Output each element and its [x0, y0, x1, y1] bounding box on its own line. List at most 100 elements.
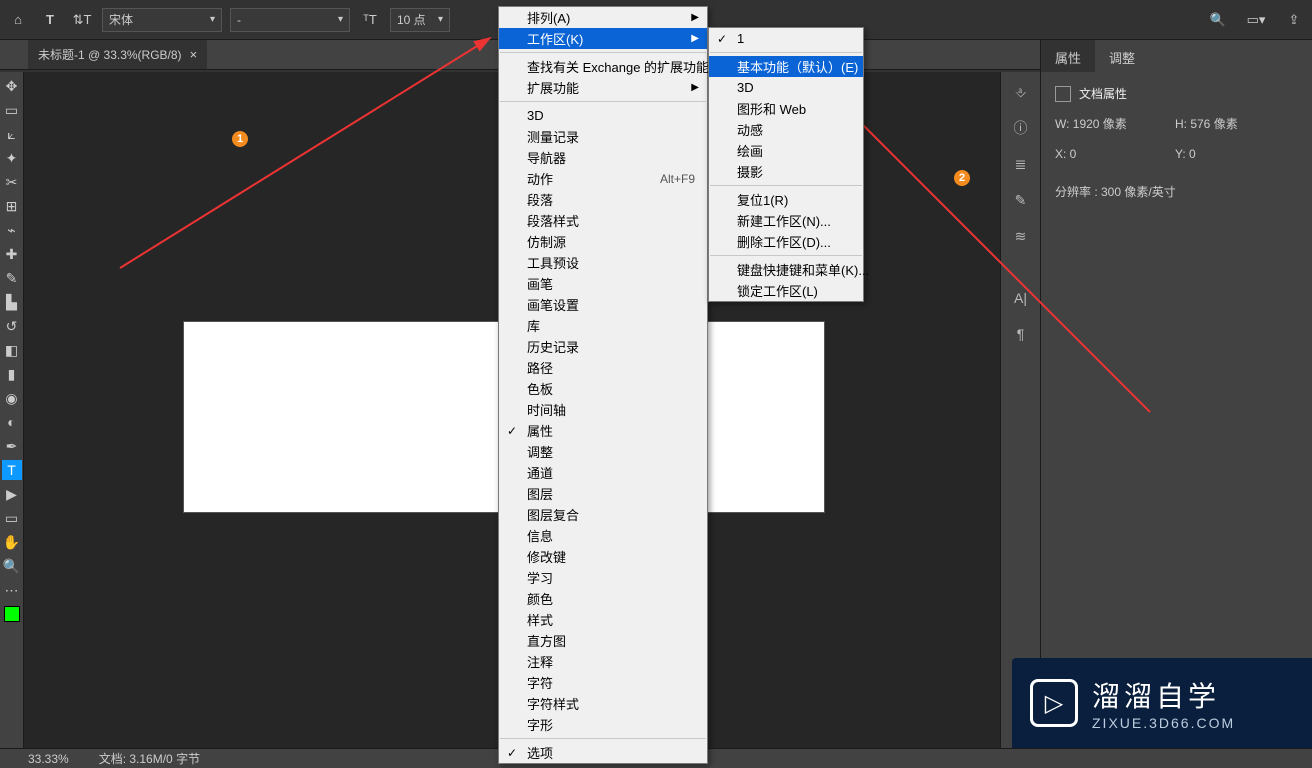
- workspace-essentials-default[interactable]: 基本功能（默认）(E): [709, 56, 863, 77]
- menu-character[interactable]: 字符: [499, 672, 707, 693]
- search-icon[interactable]: 🔍: [1206, 8, 1230, 32]
- workspace-lock[interactable]: 锁定工作区(L): [709, 280, 863, 301]
- menu-window: 排列(A)▶ 工作区(K)▶ 查找有关 Exchange 的扩展功能... 扩展…: [498, 6, 708, 764]
- font-size-combo[interactable]: 10 点: [390, 8, 450, 32]
- menu-swatches[interactable]: 色板: [499, 378, 707, 399]
- watermark-play-icon: ▷: [1030, 679, 1078, 727]
- lasso-tool[interactable]: ⟀: [2, 124, 22, 144]
- workspace-keyboard-menus[interactable]: 键盘快捷键和菜单(K)...: [709, 259, 863, 280]
- dodge-tool[interactable]: ◐: [2, 412, 22, 432]
- share-icon[interactable]: ⇪: [1282, 8, 1306, 32]
- menu-brush[interactable]: 画笔: [499, 273, 707, 294]
- menu-timeline[interactable]: 时间轴: [499, 399, 707, 420]
- annotation-badge-2: 2: [954, 170, 970, 186]
- crop-tool[interactable]: ✂: [2, 172, 22, 192]
- menu-find-extensions[interactable]: 查找有关 Exchange 的扩展功能...: [499, 56, 707, 77]
- tab-properties[interactable]: 属性: [1041, 40, 1095, 72]
- menu-character-styles[interactable]: 字符样式: [499, 693, 707, 714]
- menu-adjustments[interactable]: 调整: [499, 441, 707, 462]
- font-style-combo[interactable]: -: [230, 8, 350, 32]
- watermark-title: 溜溜自学: [1092, 675, 1235, 715]
- pen-tool[interactable]: ✒: [2, 436, 22, 456]
- hand-tool[interactable]: ✋: [2, 532, 22, 552]
- workspace-1[interactable]: ✓1: [709, 28, 863, 49]
- type-tool[interactable]: T: [2, 460, 22, 480]
- edit-toolbar[interactable]: ⋯: [2, 580, 22, 600]
- workspace-photography[interactable]: 摄影: [709, 161, 863, 182]
- workspace-delete[interactable]: 删除工作区(D)...: [709, 231, 863, 252]
- tab-adjustments[interactable]: 调整: [1095, 40, 1149, 72]
- prop-height: H: 576 像素: [1175, 112, 1265, 136]
- orientation-icon[interactable]: ⇅T: [70, 8, 94, 32]
- frame-tool[interactable]: ⊞: [2, 196, 22, 216]
- stamp-tool[interactable]: ▙: [2, 292, 22, 312]
- brush-tool[interactable]: ✎: [2, 268, 22, 288]
- menu-options[interactable]: ✓选项: [499, 742, 707, 763]
- menu-modifier-keys[interactable]: 修改键: [499, 546, 707, 567]
- heal-tool[interactable]: ✚: [2, 244, 22, 264]
- workspace-icon[interactable]: ▭▾: [1244, 8, 1268, 32]
- workspace-graphics-web[interactable]: 图形和 Web: [709, 98, 863, 119]
- font-family-combo[interactable]: 宋体: [102, 8, 222, 32]
- watermark: ▷ 溜溜自学 ZIXUE.3D66.COM: [1012, 658, 1312, 748]
- annotation-badge-1: 1: [232, 131, 248, 147]
- menu-channels[interactable]: 通道: [499, 462, 707, 483]
- path-select-tool[interactable]: ▶: [2, 484, 22, 504]
- menu-actions[interactable]: 动作Alt+F9: [499, 168, 707, 189]
- marquee-tool[interactable]: ▭: [2, 100, 22, 120]
- menu-histogram[interactable]: 直方图: [499, 630, 707, 651]
- menu-brush-settings[interactable]: 画笔设置: [499, 294, 707, 315]
- menu-paragraph-styles[interactable]: 段落样式: [499, 210, 707, 231]
- panel-tabs: 属性 调整: [1041, 40, 1312, 72]
- menu-arrange[interactable]: 排列(A)▶: [499, 7, 707, 28]
- font-size-value: 10 点: [397, 11, 426, 28]
- left-toolbar: ✥ ▭ ⟀ ✦ ✂ ⊞ ⌁ ✚ ✎ ▙ ↺ ◧ ▮ ◉ ◐ ✒ T ▶ ▭ ✋ …: [0, 72, 24, 748]
- font-size-icon: ᵀT: [358, 8, 382, 32]
- menu-learn[interactable]: 学习: [499, 567, 707, 588]
- prop-y: Y: 0: [1175, 142, 1265, 166]
- history-brush-tool[interactable]: ↺: [2, 316, 22, 336]
- menu-history[interactable]: 历史记录: [499, 336, 707, 357]
- menu-library[interactable]: 库: [499, 315, 707, 336]
- menu-3d[interactable]: 3D: [499, 105, 707, 126]
- workspace-3d[interactable]: 3D: [709, 77, 863, 98]
- annotation-arrow-1: [120, 38, 500, 268]
- workspace-motion[interactable]: 动感: [709, 119, 863, 140]
- workspace-new[interactable]: 新建工作区(N)...: [709, 210, 863, 231]
- menu-paths[interactable]: 路径: [499, 357, 707, 378]
- menu-extensions[interactable]: 扩展功能▶: [499, 77, 707, 98]
- wand-tool[interactable]: ✦: [2, 148, 22, 168]
- menu-styles[interactable]: 样式: [499, 609, 707, 630]
- menu-layers[interactable]: 图层: [499, 483, 707, 504]
- menu-workspace[interactable]: 工作区(K)▶: [499, 28, 707, 49]
- font-family-value: 宋体: [109, 11, 133, 28]
- watermark-url: ZIXUE.3D66.COM: [1092, 715, 1235, 731]
- gradient-tool[interactable]: ▮: [2, 364, 22, 384]
- status-zoom[interactable]: 33.33%: [28, 752, 69, 766]
- workspace-painting[interactable]: 绘画: [709, 140, 863, 161]
- menu-workspace-submenu: ✓1 基本功能（默认）(E) 3D 图形和 Web 动感 绘画 摄影 复位1(R…: [708, 27, 864, 302]
- menu-glyphs[interactable]: 字形: [499, 714, 707, 735]
- blur-tool[interactable]: ◉: [2, 388, 22, 408]
- foreground-color[interactable]: [4, 606, 20, 622]
- menu-notes[interactable]: 注释: [499, 651, 707, 672]
- menu-info[interactable]: 信息: [499, 525, 707, 546]
- home-icon[interactable]: ⌂: [6, 8, 30, 32]
- menu-paragraph[interactable]: 段落: [499, 189, 707, 210]
- move-tool[interactable]: ✥: [2, 76, 22, 96]
- font-style-value: -: [237, 13, 241, 27]
- shape-tool[interactable]: ▭: [2, 508, 22, 528]
- menu-tool-presets[interactable]: 工具预设: [499, 252, 707, 273]
- status-doc[interactable]: 文档: 3.16M/0 字节: [99, 750, 200, 767]
- workspace-reset[interactable]: 复位1(R): [709, 189, 863, 210]
- menu-color[interactable]: 颜色: [499, 588, 707, 609]
- menu-clone-source[interactable]: 仿制源: [499, 231, 707, 252]
- menu-measure-log[interactable]: 测量记录: [499, 126, 707, 147]
- type-tool-icon[interactable]: T: [38, 8, 62, 32]
- zoom-tool[interactable]: 🔍: [2, 556, 22, 576]
- menu-properties[interactable]: ✓属性: [499, 420, 707, 441]
- eraser-tool[interactable]: ◧: [2, 340, 22, 360]
- menu-layer-comps[interactable]: 图层复合: [499, 504, 707, 525]
- menu-navigator[interactable]: 导航器: [499, 147, 707, 168]
- eyedropper-tool[interactable]: ⌁: [2, 220, 22, 240]
